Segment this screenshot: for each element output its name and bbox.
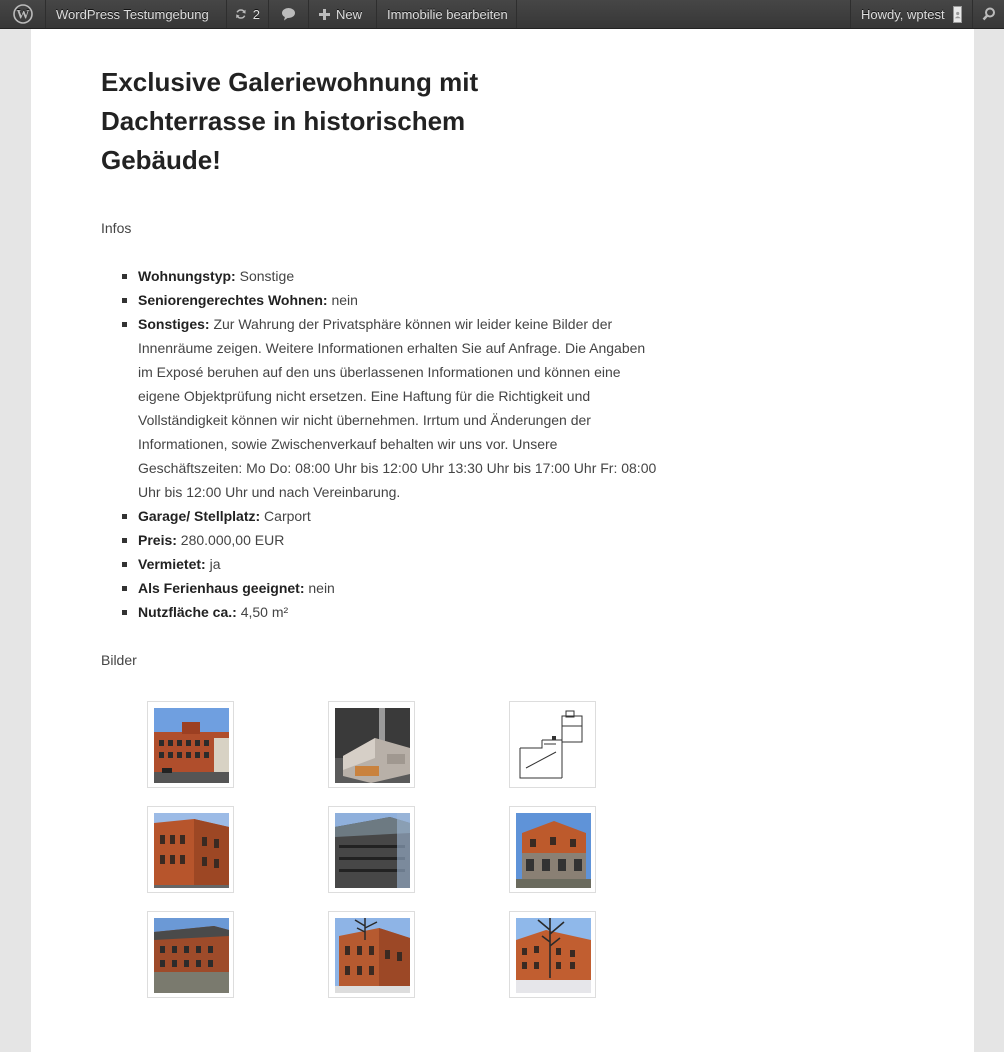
gallery-thumbnail[interactable]: [509, 806, 596, 893]
building-render: [335, 708, 410, 783]
list-item: Garage/ Stellplatz: Carport: [122, 504, 661, 528]
building-photo: [335, 918, 410, 993]
svg-text:W: W: [16, 7, 29, 22]
building-photo: [516, 918, 591, 993]
site-name-label: WordPress Testumgebung: [56, 6, 209, 22]
edit-property-link[interactable]: Immobilie bearbeiten: [377, 0, 517, 28]
building-photo: [154, 918, 229, 993]
gallery-thumbnail[interactable]: [147, 911, 234, 998]
list-item: Sonstiges: Zur Wahrung der Privatsphäre …: [122, 312, 661, 504]
site-name-link[interactable]: WordPress Testumgebung: [46, 0, 227, 28]
details-list: Wohnungstyp: Sonstige Seniorengerechtes …: [101, 264, 661, 624]
list-item: Als Ferienhaus geeignet: nein: [122, 576, 661, 600]
search-icon: [982, 7, 995, 21]
gallery-thumbnail[interactable]: [509, 701, 596, 788]
wordpress-menu[interactable]: W: [0, 0, 46, 28]
howdy-label: Howdy, wptest: [861, 6, 945, 22]
building-photo: [154, 813, 229, 888]
avatar: [952, 5, 962, 23]
building-photo: [335, 813, 410, 888]
property-article: Exclusive Galeriewohnung mit Dachterrass…: [101, 63, 661, 670]
new-label: New: [336, 6, 363, 22]
my-account-menu[interactable]: Howdy, wptest: [850, 0, 972, 28]
updates-count: 2: [252, 6, 260, 22]
user-silhouette-icon: [954, 11, 961, 18]
bilder-heading: Bilder: [101, 652, 137, 668]
list-item: Preis: 280.000,00 EUR: [122, 528, 661, 552]
wordpress-logo-icon: W: [12, 4, 33, 24]
list-item: Wohnungstyp: Sonstige: [122, 264, 661, 288]
gallery-thumbnail[interactable]: [509, 911, 596, 998]
gallery-thumbnail[interactable]: [328, 911, 415, 998]
refresh-icon: [236, 9, 246, 19]
building-photo: [516, 813, 591, 888]
updates-link[interactable]: 2: [227, 0, 269, 28]
list-item: Nutzfläche ca.: 4,50 m²: [122, 600, 661, 624]
page-title: Exclusive Galeriewohnung mit Dachterrass…: [101, 67, 479, 175]
new-content-menu[interactable]: New: [309, 0, 377, 28]
floor-plan: [516, 708, 591, 783]
list-item: Vermietet: ja: [122, 552, 661, 576]
gallery-thumbnail[interactable]: [147, 806, 234, 893]
list-item: Seniorengerechtes Wohnen: nein: [122, 288, 661, 312]
gallery-thumbnail[interactable]: [328, 806, 415, 893]
admin-bar: W WordPress Testumgebung 2 New Immobilie…: [0, 0, 1004, 29]
building-photo: [154, 708, 229, 783]
gallery-thumbnail[interactable]: [328, 701, 415, 788]
comments-link[interactable]: [269, 0, 309, 28]
comment-bubble-icon: [282, 8, 295, 21]
edit-property-label: Immobilie bearbeiten: [387, 6, 508, 22]
infos-heading: Infos: [101, 220, 132, 236]
page-content-area: Exclusive Galeriewohnung mit Dachterrass…: [31, 29, 974, 1052]
admin-bar-spacer: [517, 0, 850, 28]
plus-icon: [319, 8, 330, 20]
gallery-thumbnail[interactable]: [147, 701, 234, 788]
search-toggle[interactable]: [972, 0, 1004, 28]
